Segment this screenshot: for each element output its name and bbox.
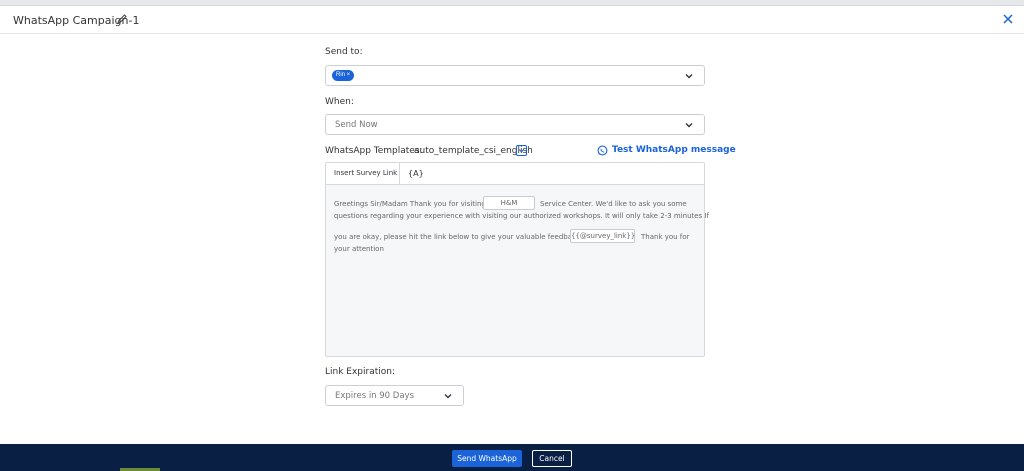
body-line-1b: Service Center. We'd like to ask you som… [540,200,687,208]
chevron-down-icon [518,149,525,153]
test-whatsapp-link[interactable]: Test WhatsApp message [612,145,736,155]
when-label: When: [325,97,354,107]
field-placeholder-1[interactable]: H&M [483,196,535,210]
link-expiration-select[interactable]: Expires in 90 Days [325,385,464,406]
editor-toolbar: Insert Survey Link {A} [326,163,704,185]
body-line-2: questions regarding your experience with… [334,212,709,220]
message-editor[interactable]: Insert Survey Link {A} Greetings Sir/Mad… [325,162,709,357]
chevron-down-icon[interactable] [443,391,453,401]
body-line-1a: Greetings Sir/Madam Thank you for visiti… [334,200,486,208]
pencil-icon[interactable] [116,13,128,25]
template-dropdown-button[interactable] [516,145,527,156]
link-expiration-label: Link Expiration: [325,367,396,377]
toolbar-divider [399,163,400,184]
modal-header: WhatsApp Campaign-1 [0,6,1024,34]
chevron-down-icon[interactable] [684,71,694,81]
when-value: Send Now [335,120,378,130]
link-expiration-value: Expires in 90 Days [335,391,415,401]
when-select[interactable]: Send Now [325,114,705,135]
send-whatsapp-button[interactable]: Send WhatsApp [452,450,522,467]
insert-field-button[interactable]: {A} [408,163,424,184]
send-to-select[interactable]: Rin × [325,65,705,86]
field-placeholder-2[interactable]: {{@survey_link}} [570,229,635,243]
whatsapp-icon[interactable] [597,145,608,156]
body-line-3a: you are okay, please hit the link below … [334,233,583,241]
body-line-4: your attention [334,245,384,253]
body-line-3b: Thank you for [641,233,690,241]
cancel-button[interactable]: Cancel [532,450,572,467]
chevron-down-icon[interactable] [684,120,694,130]
close-icon[interactable] [1001,12,1015,26]
templates-label: WhatsApp Templates: [325,146,423,156]
insert-survey-link-button[interactable]: Insert Survey Link [334,163,397,184]
recipient-chip[interactable]: Rin × [332,70,355,81]
send-to-label: Send to: [325,47,363,57]
